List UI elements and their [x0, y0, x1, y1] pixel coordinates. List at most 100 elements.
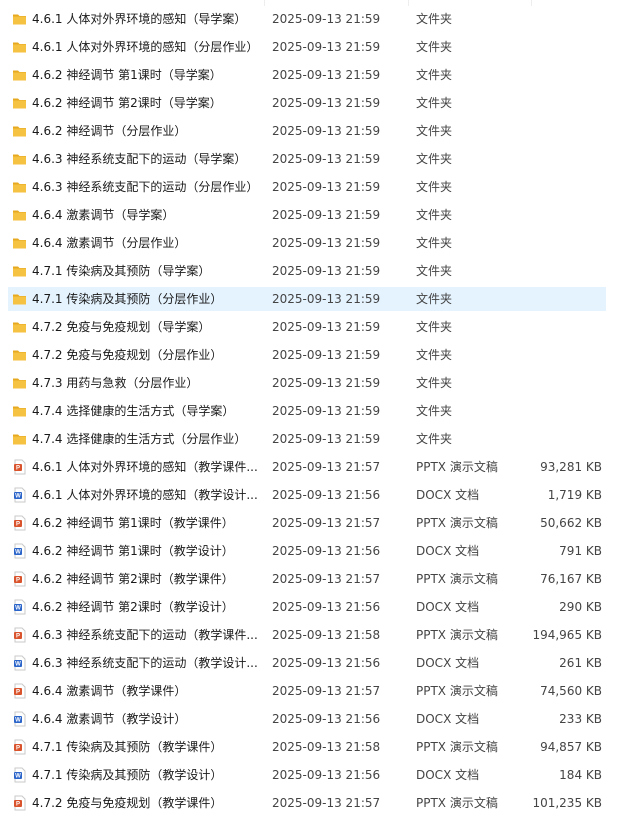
file-name[interactable]: 4.7.4 选择健康的生活方式（分层作业）	[32, 427, 260, 451]
svg-text:W: W	[15, 606, 21, 612]
file-row[interactable]: W 4.6.1 人体对外界环境的感知（教学设计... 2025-09-13 21:5…	[0, 483, 619, 511]
file-row[interactable]: W 4.6.2 神经调节 第1课时（教学设计） 2025-09-13 21:56 DO…	[0, 539, 619, 567]
file-type: DOCX 文档	[416, 768, 480, 782]
file-name[interactable]: 4.7.1 传染病及其预防（教学课件）	[32, 735, 260, 759]
file-size: 791 KB	[559, 544, 602, 558]
svg-text:P: P	[16, 690, 20, 696]
file-modified: 2025-09-13 21:56	[272, 656, 381, 670]
svg-text:W: W	[15, 494, 21, 500]
file-row[interactable]: 4.6.4 激素调节（分层作业） 2025-09-13 21:59 文件夹	[0, 231, 619, 259]
pptx-icon: P	[12, 515, 26, 531]
file-size	[520, 147, 602, 171]
file-row[interactable]: 4.7.4 选择健康的生活方式（导学案） 2025-09-13 21:59 文件夹	[0, 399, 619, 427]
file-row[interactable]: 4.7.2 免疫与免疫规划（分层作业） 2025-09-13 21:59 文件夹	[0, 343, 619, 371]
file-name[interactable]: 4.6.1 人体对外界环境的感知（分层作业）	[32, 35, 260, 59]
file-row[interactable]: 4.7.4 选择健康的生活方式（分层作业） 2025-09-13 21:59 文件夹	[0, 427, 619, 455]
file-name[interactable]: 4.6.2 神经调节（分层作业）	[32, 119, 260, 143]
file-name[interactable]: 4.6.4 激素调节（教学设计）	[32, 707, 260, 731]
file-name[interactable]: 4.6.3 神经系统支配下的运动（分层作业）	[32, 175, 260, 199]
svg-text:W: W	[15, 662, 21, 668]
file-name[interactable]: 4.6.2 神经调节 第1课时（导学案）	[32, 63, 260, 87]
file-row[interactable]: P 4.6.2 神经调节 第2课时（教学课件） 2025-09-13 21:57 PP…	[0, 567, 619, 595]
folder-icon	[12, 431, 26, 447]
file-type: 文件夹	[416, 404, 453, 418]
file-size: 50,662 KB	[540, 516, 602, 530]
file-row[interactable]: W 4.6.2 神经调节 第2课时（教学设计） 2025-09-13 21:56 DO…	[0, 595, 619, 623]
file-modified: 2025-09-13 21:59	[272, 404, 381, 418]
file-name[interactable]: 4.6.2 神经调节 第1课时（教学课件）	[32, 511, 260, 535]
file-name[interactable]: 4.6.1 人体对外界环境的感知（导学案）	[32, 7, 260, 31]
file-modified: 2025-09-13 21:59	[272, 12, 381, 26]
file-type: DOCX 文档	[416, 712, 480, 726]
file-modified: 2025-09-13 21:59	[272, 432, 381, 446]
file-row[interactable]: 4.6.4 激素调节（导学案） 2025-09-13 21:59 文件夹	[0, 203, 619, 231]
docx-icon: W	[12, 599, 26, 615]
docx-icon: W	[12, 767, 26, 783]
file-name[interactable]: 4.7.1 传染病及其预防（导学案）	[32, 259, 260, 283]
file-type: 文件夹	[416, 40, 453, 54]
file-row[interactable]: W 4.7.1 传染病及其预防（教学设计） 2025-09-13 21:56 DOCX…	[0, 763, 619, 791]
file-row[interactable]: P 4.6.3 神经系统支配下的运动（教学课件... 2025-09-13 21:5…	[0, 623, 619, 651]
file-row[interactable]: W 4.6.4 激素调节（教学设计） 2025-09-13 21:56 DOCX 文档…	[0, 707, 619, 735]
file-row[interactable]: 4.7.2 免疫与免疫规划（导学案） 2025-09-13 21:59 文件夹	[0, 315, 619, 343]
file-modified: 2025-09-13 21:58	[272, 628, 381, 642]
file-name[interactable]: 4.7.2 免疫与免疫规划（分层作业）	[32, 343, 260, 367]
file-row[interactable]: W 4.6.3 神经系统支配下的运动（教学设计... 2025-09-13 21:5…	[0, 651, 619, 679]
file-type: PPTX 演示文稿	[416, 740, 498, 754]
file-name[interactable]: 4.7.1 传染病及其预防（教学设计）	[32, 763, 260, 787]
file-row[interactable]: 4.6.3 神经系统支配下的运动（分层作业） 2025-09-13 21:59 文件…	[0, 175, 619, 203]
svg-text:W: W	[15, 550, 21, 556]
file-row[interactable]: 4.6.2 神经调节（分层作业） 2025-09-13 21:59 文件夹	[0, 119, 619, 147]
file-name[interactable]: 4.6.4 激素调节（导学案）	[32, 203, 260, 227]
column-separator[interactable]	[264, 0, 265, 6]
file-size: 101,235 KB	[532, 796, 602, 810]
file-name[interactable]: 4.6.4 激素调节（分层作业）	[32, 231, 260, 255]
file-name[interactable]: 4.7.2 免疫与免疫规划（导学案）	[32, 315, 260, 339]
file-row[interactable]: P 4.6.1 人体对外界环境的感知（教学课件... 2025-09-13 21:5…	[0, 455, 619, 483]
pptx-icon: P	[12, 627, 26, 643]
column-separator[interactable]	[531, 0, 532, 6]
file-name[interactable]: 4.6.4 激素调节（教学课件）	[32, 679, 260, 703]
file-row[interactable]: P 4.6.2 神经调节 第1课时（教学课件） 2025-09-13 21:57 PP…	[0, 511, 619, 539]
file-name[interactable]: 4.6.3 神经系统支配下的运动（导学案）	[32, 147, 260, 171]
folder-icon	[12, 263, 26, 279]
file-row[interactable]: 4.7.1 传染病及其预防（分层作业） 2025-09-13 21:59 文件夹	[0, 287, 619, 315]
file-name[interactable]: 4.6.1 人体对外界环境的感知（教学设计...	[32, 483, 260, 507]
file-name[interactable]: 4.6.2 神经调节 第2课时（教学课件）	[32, 567, 260, 591]
file-row[interactable]: 4.6.2 神经调节 第1课时（导学案） 2025-09-13 21:59 文件夹	[0, 63, 619, 91]
file-row[interactable]: 4.6.1 人体对外界环境的感知（分层作业） 2025-09-13 21:59 文件…	[0, 35, 619, 63]
folder-icon	[12, 291, 26, 307]
file-name[interactable]: 4.7.2 免疫与免疫规划（教学课件）	[32, 791, 260, 815]
file-name[interactable]: 4.7.1 传染病及其预防（分层作业）	[32, 287, 260, 311]
file-type: 文件夹	[416, 348, 453, 362]
file-modified: 2025-09-13 21:59	[272, 40, 381, 54]
pptx-icon: P	[12, 795, 26, 811]
docx-icon: W	[12, 487, 26, 503]
file-row[interactable]: 4.6.3 神经系统支配下的运动（导学案） 2025-09-13 21:59 文件夹	[0, 147, 619, 175]
file-name[interactable]: 4.6.1 人体对外界环境的感知（教学课件...	[32, 455, 260, 479]
file-size	[520, 63, 602, 87]
file-modified: 2025-09-13 21:59	[272, 180, 381, 194]
file-name[interactable]: 4.7.3 用药与急救（分层作业）	[32, 371, 260, 395]
docx-icon: W	[12, 543, 26, 559]
file-name[interactable]: 4.7.4 选择健康的生活方式（导学案）	[32, 399, 260, 423]
file-name[interactable]: 4.6.2 神经调节 第2课时（导学案）	[32, 91, 260, 115]
file-row[interactable]: P 4.7.2 免疫与免疫规划（教学课件） 2025-09-13 21:57 PPTX…	[0, 791, 619, 819]
column-separator[interactable]	[408, 0, 409, 6]
file-modified: 2025-09-13 21:59	[272, 348, 381, 362]
file-size: 93,281 KB	[540, 460, 602, 474]
file-row[interactable]: 4.6.2 神经调节 第2课时（导学案） 2025-09-13 21:59 文件夹	[0, 91, 619, 119]
file-name[interactable]: 4.6.2 神经调节 第1课时（教学设计）	[32, 539, 260, 563]
file-row[interactable]: 4.6.1 人体对外界环境的感知（导学案） 2025-09-13 21:59 文件夹	[0, 7, 619, 35]
file-row[interactable]: P 4.7.1 传染病及其预防（教学课件） 2025-09-13 21:58 PPTX…	[0, 735, 619, 763]
file-name[interactable]: 4.6.3 神经系统支配下的运动（教学课件...	[32, 623, 260, 647]
file-row[interactable]: 4.7.3 用药与急救（分层作业） 2025-09-13 21:59 文件夹	[0, 371, 619, 399]
file-size: 194,965 KB	[532, 628, 602, 642]
file-name[interactable]: 4.6.3 神经系统支配下的运动（教学设计...	[32, 651, 260, 675]
file-row[interactable]: P 4.6.4 激素调节（教学课件） 2025-09-13 21:57 PPTX 演示…	[0, 679, 619, 707]
file-size: 233 KB	[559, 712, 602, 726]
file-row[interactable]: 4.7.1 传染病及其预防（导学案） 2025-09-13 21:59 文件夹	[0, 259, 619, 287]
file-name[interactable]: 4.6.2 神经调节 第2课时（教学设计）	[32, 595, 260, 619]
file-size: 290 KB	[559, 600, 602, 614]
file-modified: 2025-09-13 21:58	[272, 740, 381, 754]
